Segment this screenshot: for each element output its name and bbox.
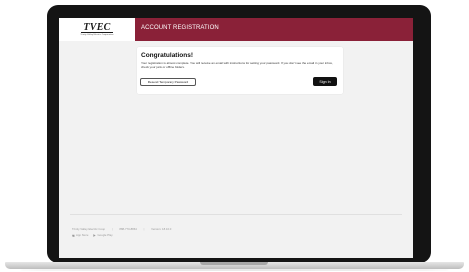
- app-screen: TVEC Trinity Valley Electric Cooperative…: [59, 18, 413, 258]
- card-heading: Congratulations!: [141, 52, 193, 59]
- apple-icon: [72, 233, 75, 237]
- logo-text: TVEC: [81, 22, 113, 33]
- card-message: Your registration is almost complete. Yo…: [141, 61, 333, 69]
- laptop-notch: [200, 262, 268, 265]
- app-store-link[interactable]: App Store: [72, 233, 88, 237]
- footer-company: Trinity Valley Electric Coop: [72, 227, 106, 231]
- footer-divider: [70, 214, 402, 215]
- registration-card: Congratulations! Your registration is al…: [137, 47, 343, 94]
- logo-subtext: Trinity Valley Electric Cooperative: [80, 34, 114, 36]
- google-play-link[interactable]: Google Play: [93, 233, 113, 237]
- footer-separator: |: [111, 227, 113, 231]
- footer-version: Version: 18.10.0: [151, 227, 172, 231]
- resend-temporary-password-button[interactable]: Resend Temporary Password: [140, 78, 196, 86]
- google-play-label: Google Play: [97, 233, 113, 237]
- app-store-label: App Store: [76, 233, 89, 237]
- footer-info: Trinity Valley Electric Coop | 888-770-8…: [72, 227, 177, 231]
- company-logo[interactable]: TVEC Trinity Valley Electric Cooperative: [59, 18, 135, 41]
- sign-in-button[interactable]: Sign In: [313, 77, 337, 86]
- laptop-shadow: [20, 269, 449, 271]
- top-bar: TVEC Trinity Valley Electric Cooperative…: [59, 18, 413, 41]
- title-bar: ACCOUNT REGISTRATION: [135, 18, 413, 41]
- page-title: ACCOUNT REGISTRATION: [141, 25, 219, 31]
- footer-separator: |: [143, 227, 145, 231]
- footer-phone[interactable]: 888-770-8864: [119, 227, 136, 231]
- play-icon: [93, 233, 97, 237]
- app-store-links: App Store Google Play: [72, 233, 118, 237]
